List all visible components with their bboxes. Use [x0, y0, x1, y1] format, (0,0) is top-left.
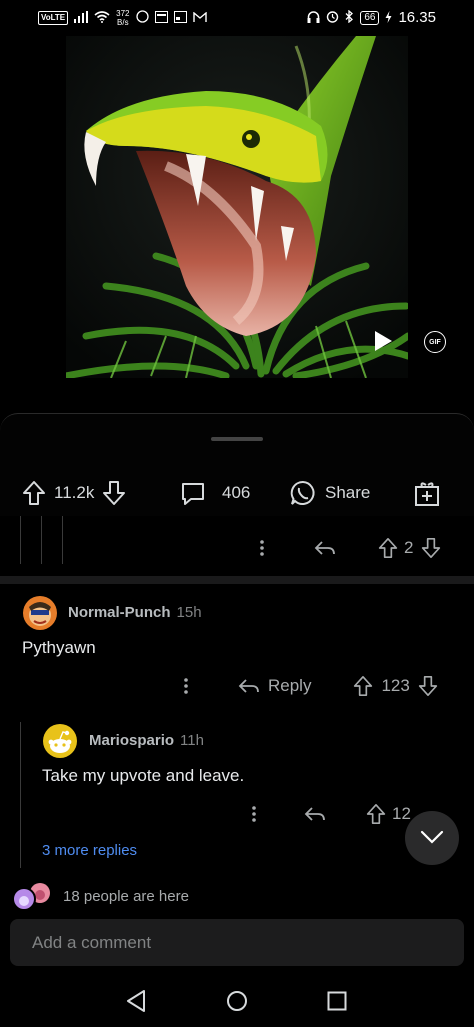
upvote-icon[interactable] — [353, 675, 373, 697]
charging-icon — [385, 10, 392, 26]
upvote-icon[interactable] — [22, 480, 46, 506]
net-speed: 372 B/s — [116, 9, 130, 27]
headphones-icon — [307, 10, 320, 26]
upvote-icon[interactable] — [366, 803, 386, 825]
comment-body: Pythyawn — [22, 638, 96, 657]
award-button[interactable] — [414, 476, 440, 510]
presence-bar: 18 people are here — [0, 878, 474, 912]
comment-action-bar: Reply 123 — [176, 672, 438, 700]
share-label: Share — [325, 483, 371, 502]
signal-icon — [74, 10, 89, 26]
comments-button[interactable]: 406 — [180, 476, 250, 510]
comment-age: 15h — [176, 604, 202, 621]
add-comment-input[interactable]: Add a comment — [10, 919, 464, 966]
play-icon[interactable] — [372, 330, 394, 352]
thread-line — [41, 516, 42, 564]
more-options-icon[interactable] — [176, 677, 196, 695]
post-score: 11.2k — [54, 483, 95, 502]
next-comment-button[interactable] — [405, 811, 459, 865]
downvote-icon[interactable] — [421, 537, 441, 559]
gmail-notification-icon — [192, 10, 207, 26]
more-options-icon[interactable] — [250, 539, 274, 557]
snake-image — [66, 36, 408, 378]
news-notification-icon — [154, 10, 168, 26]
whatsapp-notification-icon — [135, 10, 149, 26]
sheet-drag-handle[interactable] — [211, 437, 263, 441]
whatsapp-share-icon — [289, 479, 317, 507]
vote-count: 2 — [404, 538, 414, 557]
username[interactable]: Mariospario — [89, 732, 174, 749]
vote-count: 12 — [392, 804, 411, 823]
clock-time: 16.35 — [398, 9, 436, 26]
thread-line — [20, 516, 21, 564]
reply-button[interactable]: Reply — [238, 676, 311, 696]
comment-placeholder: Add a comment — [32, 933, 152, 952]
calendar-notification-icon — [173, 10, 187, 26]
more-replies-link[interactable]: 3 more replies — [42, 842, 137, 859]
home-icon[interactable] — [226, 990, 248, 1017]
presence-text: 18 people are here — [63, 888, 189, 905]
gif-badge: GIF — [424, 331, 446, 353]
reply-label: Reply — [268, 676, 312, 695]
comment-action-bar: 12 — [244, 800, 411, 828]
share-button[interactable]: Share — [289, 476, 370, 510]
reply-icon — [238, 678, 260, 694]
avatar[interactable] — [22, 595, 58, 631]
avatar[interactable] — [42, 723, 78, 759]
back-icon[interactable] — [125, 989, 147, 1018]
username[interactable]: Normal-Punch — [68, 604, 171, 621]
partial-comment-action-bar: 2 — [250, 534, 441, 562]
comment-age: 11h — [180, 732, 204, 749]
comment-header: Normal-Punch 15h — [68, 604, 202, 622]
comment-body: Take my upvote and leave. — [42, 766, 245, 785]
post-action-bar: 11.2k 406 Share — [0, 476, 474, 510]
reply-icon[interactable] — [314, 540, 336, 556]
wifi-icon — [94, 10, 110, 26]
downvote-icon[interactable] — [102, 480, 126, 506]
alarm-icon — [326, 10, 339, 26]
vote-count: 123 — [381, 676, 410, 695]
more-options-icon[interactable] — [244, 805, 264, 823]
comment-count: 406 — [222, 483, 251, 502]
comment-header: Mariospario 11h — [89, 732, 204, 750]
post-vote-group: 11.2k — [22, 476, 126, 510]
thread-line — [20, 722, 21, 868]
comment-bubble-icon — [180, 480, 206, 506]
thread-line — [62, 516, 63, 564]
reply-icon[interactable] — [304, 806, 326, 822]
downvote-icon[interactable] — [418, 675, 438, 697]
battery-indicator: 66 — [360, 10, 380, 25]
system-nav-bar — [0, 975, 474, 1027]
gift-award-icon — [414, 479, 440, 507]
presence-avatars — [12, 882, 54, 915]
upvote-icon[interactable] — [378, 537, 398, 559]
chevron-down-icon — [420, 829, 444, 845]
post-gif-media[interactable] — [66, 36, 408, 378]
comment-divider — [0, 576, 474, 584]
volte-indicator: VoLTE — [38, 11, 69, 25]
recents-icon[interactable] — [327, 991, 347, 1016]
status-bar: VoLTE 372 B/s 66 16.35 — [0, 0, 474, 36]
bluetooth-icon — [345, 9, 354, 26]
